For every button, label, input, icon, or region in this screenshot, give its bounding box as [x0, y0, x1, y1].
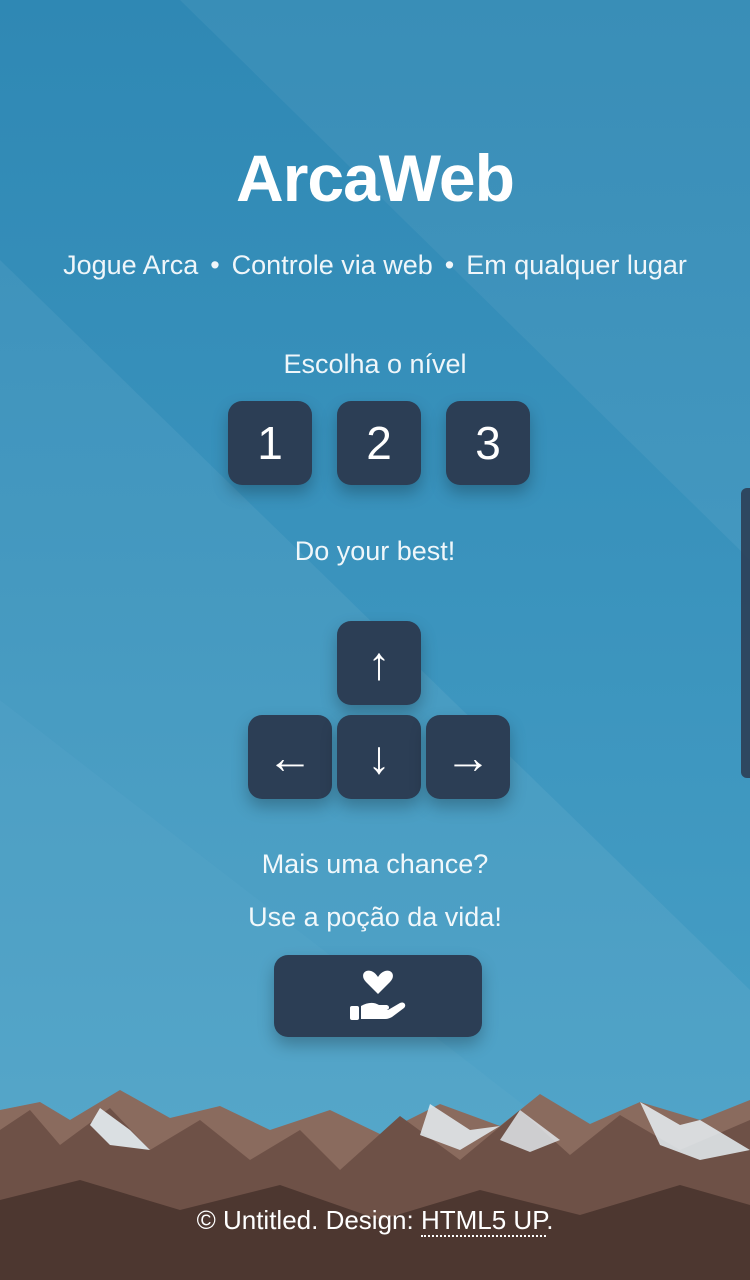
- level-prompt: Escolha o nível: [283, 349, 467, 379]
- footer-copyright: © Untitled. Design:: [196, 1205, 421, 1235]
- dpad-up-button[interactable]: ↑: [337, 621, 421, 705]
- footer: © Untitled. Design: HTML5 UP.: [0, 1205, 750, 1237]
- tagline-separator: •: [444, 250, 455, 280]
- tagline-item: Em qualquer lugar: [466, 250, 687, 280]
- motto-text: Do your best!: [294, 536, 456, 566]
- level-3-button[interactable]: 3: [446, 401, 530, 485]
- footer-html5up-link[interactable]: HTML5 UP: [420, 1205, 547, 1237]
- extra-chance-question: Mais uma chance?: [261, 849, 489, 879]
- arrow-right-icon: →: [445, 731, 491, 783]
- arrow-left-icon: ←: [267, 731, 313, 783]
- arrow-up-icon: ↑: [367, 637, 391, 689]
- tagline-item: Jogue Arca: [63, 250, 199, 280]
- footer-suffix: .: [546, 1205, 554, 1235]
- dpad-down-button[interactable]: ↓: [337, 715, 421, 799]
- app-title: ArcaWeb: [236, 141, 515, 215]
- life-potion-button[interactable]: [274, 955, 482, 1037]
- potion-hint: Use a poção da vida!: [248, 902, 502, 932]
- tagline-separator: •: [210, 250, 220, 280]
- level-2-button[interactable]: 2: [337, 401, 421, 485]
- dpad-left-button[interactable]: ←: [248, 715, 332, 799]
- tagline: Jogue Arca • Controle via web • Em qualquer …: [0, 250, 750, 281]
- level-1-button[interactable]: 1: [228, 401, 312, 485]
- side-drawer-handle[interactable]: [741, 488, 750, 778]
- arrow-down-icon: ↓: [367, 731, 391, 783]
- main-content: ArcaWeb Jogue Arca • Controle via web • Em q…: [0, 0, 750, 1280]
- hand-holding-heart-icon: [350, 970, 406, 1020]
- dpad-right-button[interactable]: →: [426, 715, 510, 799]
- tagline-item: Controle via web: [231, 250, 433, 280]
